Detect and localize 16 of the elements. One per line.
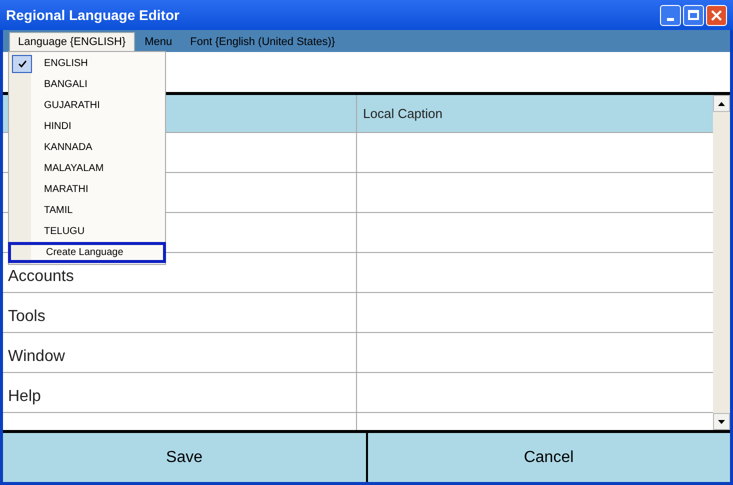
table-cell: Accounts [8, 268, 74, 286]
menu-item-label: Create Language [45, 246, 124, 260]
menu-item-label: TAMIL [43, 204, 73, 218]
menu-item-label: MARATHI [43, 183, 88, 197]
menu-item-label: ENGLISH [43, 57, 88, 71]
menu-item-label: MALAYALAM [43, 162, 104, 176]
menu-item-label: TELUGU [43, 225, 85, 239]
menu-item-label: GUJARATHI [43, 99, 100, 113]
menu-item-label: BANGALI [43, 78, 88, 92]
table-cell: Window [8, 348, 65, 366]
column-header: Local Caption [362, 104, 444, 123]
table-cell: Tools [8, 308, 46, 326]
table-cell: Help [8, 388, 41, 406]
window-title: Regional Language Editor [6, 6, 180, 25]
menu-item-label: KANNADA [43, 141, 92, 155]
menu-item-label: HINDI [43, 120, 72, 134]
